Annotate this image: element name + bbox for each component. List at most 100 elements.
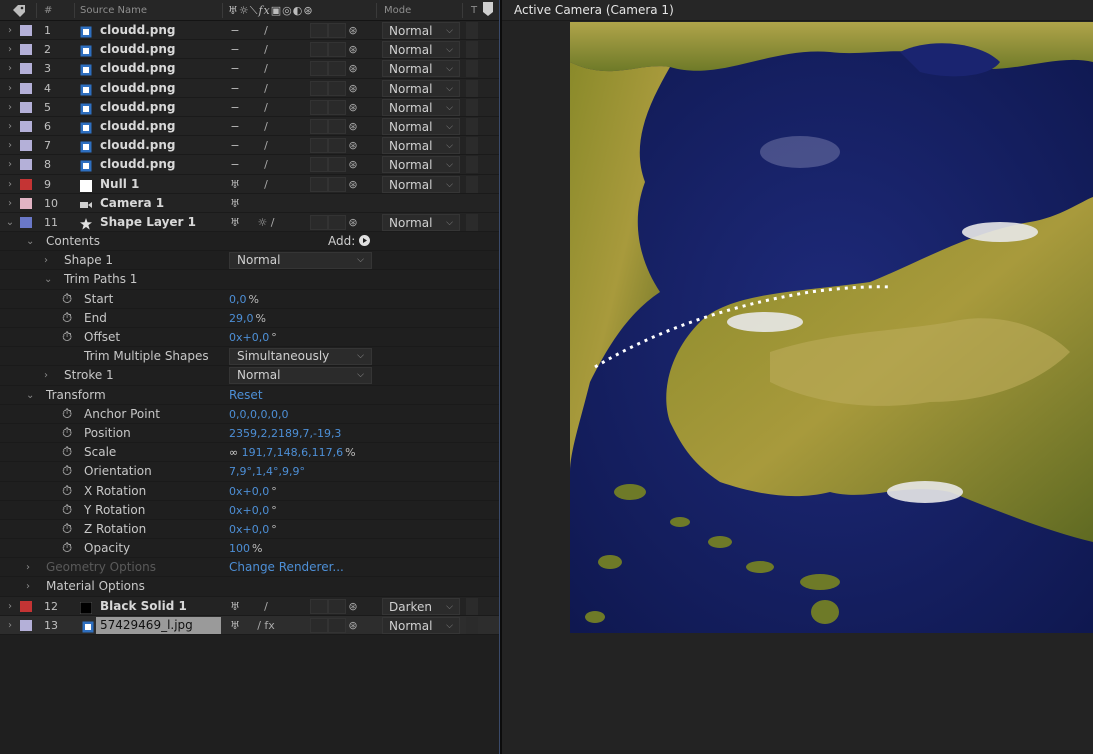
layer-row[interactable]: › 12 Black Solid 1 ♅ / ⊛ Darken ⌵ <box>0 596 499 616</box>
blend-mode-dropdown[interactable]: Normal ⌵ <box>382 60 460 78</box>
expand-arrow-icon[interactable]: ⌄ <box>4 213 16 232</box>
layer-row[interactable]: › 1 cloudd.png − / ⊛ Normal ⌵ <box>0 21 499 41</box>
layer-name[interactable]: cloudd.png <box>100 117 175 136</box>
expand-arrow-icon[interactable]: › <box>4 98 16 117</box>
motion-blur-switch[interactable] <box>310 176 328 192</box>
layer-name[interactable]: Camera 1 <box>100 194 164 213</box>
quality-switch[interactable]: / <box>246 98 286 117</box>
label-color-chip[interactable] <box>20 600 32 612</box>
label-color-chip[interactable] <box>20 159 32 171</box>
motion-blur-switch[interactable] <box>310 214 328 230</box>
layer-row[interactable]: › 10 Camera 1 ♅ <box>0 193 499 213</box>
quality-switch[interactable]: ☼ / <box>246 213 286 232</box>
stopwatch-icon[interactable]: ⏱ <box>62 290 72 309</box>
motion-blur-switch[interactable] <box>310 80 328 96</box>
3d-layer-switch[interactable]: ⊛ <box>346 59 360 78</box>
adjustment-switch[interactable] <box>328 176 346 192</box>
layer-name[interactable]: Black Solid 1 <box>100 597 187 616</box>
property-value[interactable]: 7,9°,1,4°,9,9° <box>229 462 305 481</box>
adjustment-switch[interactable] <box>328 617 346 633</box>
quality-switch[interactable]: / <box>246 175 286 194</box>
track-matte-toggle[interactable] <box>466 22 478 39</box>
adjustment-switch[interactable] <box>328 23 346 38</box>
blend-mode-dropdown[interactable]: Normal ⌵ <box>382 79 460 97</box>
layer-row[interactable]: › 8 cloudd.png − / ⊛ Normal ⌵ <box>0 155 499 175</box>
shy-switch[interactable]: − <box>228 59 242 78</box>
trkmat-header[interactable]: T <box>471 0 477 21</box>
3d-layer-switch[interactable]: ⊛ <box>346 117 360 136</box>
3d-layer-switch[interactable]: ⊛ <box>346 597 360 616</box>
motion-blur-switch[interactable] <box>310 61 328 77</box>
blend-mode-dropdown[interactable]: Normal ⌵ <box>382 213 460 231</box>
shy-switch[interactable]: ♅ <box>228 616 242 635</box>
layer-name[interactable]: cloudd.png <box>100 98 175 117</box>
motion-blur-switch[interactable] <box>310 157 328 173</box>
expand-arrow-icon[interactable]: › <box>4 21 16 40</box>
shy-switch[interactable]: − <box>228 155 242 174</box>
shy-switch[interactable]: − <box>228 40 242 59</box>
shy-switch[interactable]: − <box>228 117 242 136</box>
track-matte-toggle[interactable] <box>466 137 478 155</box>
3d-layer-switch[interactable]: ⊛ <box>346 79 360 98</box>
switches-header[interactable]: ♅☼⟍fx▣◎◐⊛ <box>228 0 314 21</box>
motion-blur-switch[interactable] <box>310 23 328 38</box>
track-matte-toggle[interactable] <box>466 213 478 231</box>
3d-layer-switch[interactable]: ⊛ <box>346 40 360 59</box>
add-menu-button[interactable]: Add: <box>328 232 371 251</box>
layer-row[interactable]: › 9 Null 1 ♅ / ⊛ Normal ⌵ <box>0 174 499 194</box>
reset-link[interactable]: Reset <box>229 386 263 405</box>
quality-switch[interactable]: / <box>246 21 286 40</box>
expand-arrow-icon[interactable]: › <box>4 194 16 213</box>
adjustment-switch[interactable] <box>328 42 346 58</box>
track-matte-toggle[interactable] <box>466 175 478 193</box>
3d-layer-switch[interactable]: ⊛ <box>346 616 360 635</box>
track-matte-toggle[interactable] <box>466 79 478 97</box>
layer-name[interactable]: cloudd.png <box>100 79 175 98</box>
comment-icon[interactable] <box>482 1 494 22</box>
layer-name[interactable]: cloudd.png <box>100 155 175 174</box>
shy-switch[interactable]: ♅ <box>228 213 242 232</box>
track-matte-toggle[interactable] <box>466 156 478 174</box>
stopwatch-icon[interactable]: ⏱ <box>62 405 72 424</box>
layer-name[interactable]: cloudd.png <box>100 136 175 155</box>
track-matte-toggle[interactable] <box>466 41 478 59</box>
expand-arrow-icon[interactable]: › <box>4 79 16 98</box>
blend-mode-dropdown[interactable]: Darken ⌵ <box>382 597 460 615</box>
track-matte-toggle[interactable] <box>466 117 478 135</box>
layer-name[interactable]: cloudd.png <box>100 59 175 78</box>
property-value[interactable]: 0,0,0,0,0,0 <box>229 405 288 424</box>
property-value[interactable]: 0x+0,0 ° <box>229 328 277 347</box>
shy-switch[interactable]: − <box>228 98 242 117</box>
mode-header[interactable]: Mode <box>384 0 411 21</box>
expand-arrow-icon[interactable]: › <box>4 597 16 616</box>
quality-switch[interactable]: / <box>246 117 286 136</box>
quality-switch[interactable] <box>246 194 286 213</box>
label-color-chip[interactable] <box>20 44 32 56</box>
expand-arrow-icon[interactable]: › <box>4 40 16 59</box>
property-value[interactable]: 29,0% <box>229 309 266 328</box>
layer-name-input[interactable]: 57429469_l.jpg <box>96 616 221 634</box>
adjustment-switch[interactable] <box>328 214 346 230</box>
layer-name[interactable]: Shape Layer 1 <box>100 213 196 232</box>
shy-switch[interactable]: − <box>228 79 242 98</box>
property-dropdown[interactable]: Normal ⌵ <box>229 252 372 270</box>
layer-row[interactable]: › 7 cloudd.png − / ⊛ Normal ⌵ <box>0 136 499 156</box>
label-color-chip[interactable] <box>20 63 32 75</box>
adjustment-switch[interactable] <box>328 157 346 173</box>
blend-mode-dropdown[interactable]: Normal ⌵ <box>382 117 460 135</box>
source-name-header[interactable]: Source Name <box>80 0 147 21</box>
layer-row[interactable]: › 13 57429469_l.jpg ♅ / fx ⊛ Normal ⌵ <box>0 615 499 635</box>
blend-mode-dropdown[interactable]: Normal ⌵ <box>382 175 460 193</box>
shy-switch[interactable]: ♅ <box>228 175 242 194</box>
motion-blur-switch[interactable] <box>310 138 328 154</box>
stopwatch-icon[interactable]: ⏱ <box>62 482 72 501</box>
track-matte-toggle[interactable] <box>466 60 478 78</box>
viewer-title[interactable]: Active Camera (Camera 1) <box>502 0 1093 21</box>
label-color-chip[interactable] <box>20 197 32 209</box>
chevron-right-icon[interactable]: › <box>26 558 38 577</box>
property-value[interactable]: ∞ 191,7,148,6,117,6% <box>229 443 356 462</box>
layer-name[interactable]: Null 1 <box>100 175 139 194</box>
quality-switch[interactable]: / <box>246 40 286 59</box>
label-color-chip[interactable] <box>20 178 32 190</box>
property-dropdown[interactable]: Normal ⌵ <box>229 367 372 385</box>
